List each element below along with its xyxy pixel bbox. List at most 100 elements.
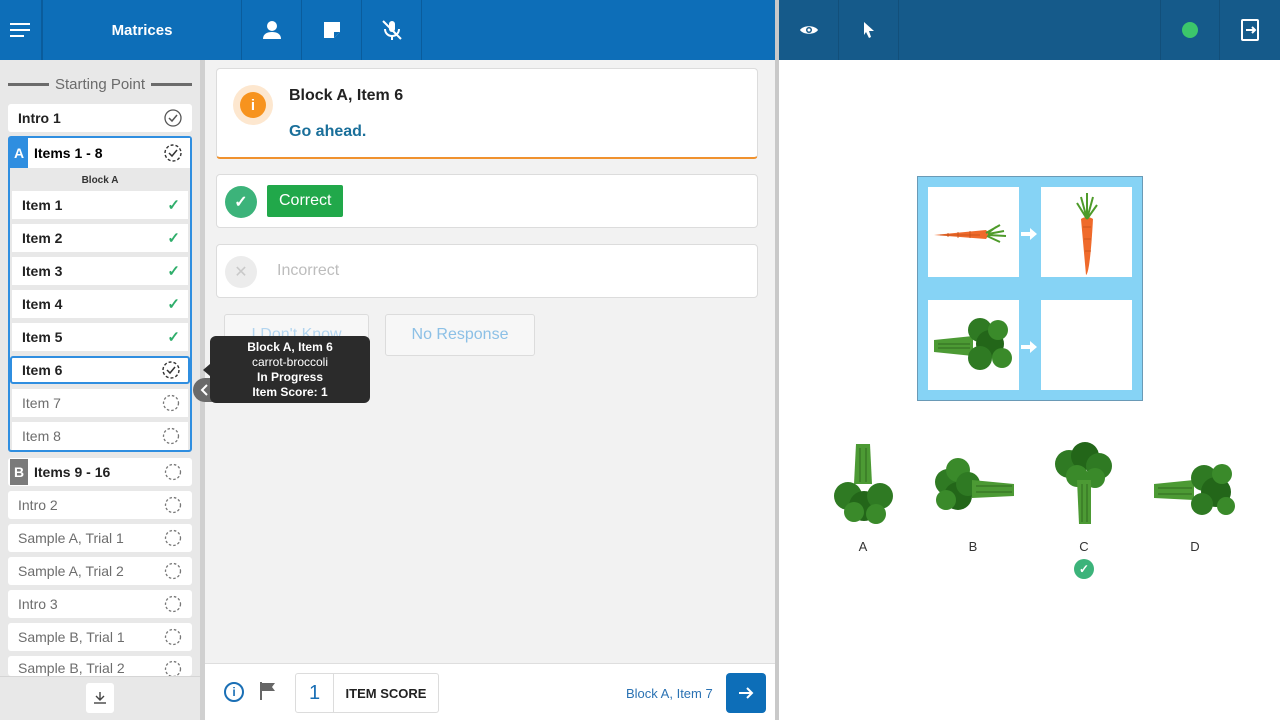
- info-badge: i: [233, 85, 273, 125]
- no-response-button[interactable]: No Response: [385, 314, 535, 356]
- divider-line: [8, 83, 49, 86]
- next-item-label: Block A, Item 7: [626, 686, 713, 701]
- item-tooltip: Block A, Item 6 carrot-broccoli In Progr…: [210, 336, 370, 403]
- tooltip-title: Block A, Item 6: [247, 340, 333, 354]
- flag-button[interactable]: [259, 681, 277, 706]
- sidebar-item-sample-a-trial-2[interactable]: Sample A, Trial 2: [8, 557, 192, 585]
- pending-icon: [164, 562, 182, 580]
- item-sidebar: Starting Point Intro 1 A Items 1 - 8 Blo…: [0, 60, 200, 720]
- check-icon: ✓: [167, 296, 180, 313]
- in-progress-icon: [164, 144, 182, 162]
- pane-divider[interactable]: [775, 0, 779, 720]
- choice-label-b: B: [968, 539, 978, 554]
- mic-off-button[interactable]: [362, 0, 422, 60]
- incorrect-response-option[interactable]: ✕ Incorrect: [216, 244, 758, 298]
- flag-icon: [260, 682, 275, 700]
- sidebar-item-label: Intro 1: [18, 110, 61, 126]
- download-button[interactable]: [86, 683, 114, 713]
- sidebar-item-intro-3[interactable]: Intro 3: [8, 590, 192, 618]
- broccoli-icon: [934, 318, 1012, 370]
- sidebar-item-item-6[interactable]: Item 6: [10, 356, 190, 384]
- info-icon: i: [240, 92, 266, 118]
- matrix-cell-carrot-horizontal: [928, 187, 1019, 277]
- sidebar-item-sample-b-trial-2[interactable]: Sample B, Trial 2: [8, 656, 192, 676]
- sidebar-item-label: Item 3: [22, 263, 63, 279]
- info-button[interactable]: i: [224, 682, 244, 702]
- sidebar-item-sample-b-trial-1[interactable]: Sample B, Trial 1: [8, 623, 192, 651]
- stimulus-toolbar: [779, 0, 1280, 60]
- correct-button[interactable]: Correct: [267, 185, 344, 217]
- sidebar-item-item-7[interactable]: Item 7: [12, 389, 188, 417]
- check-icon: ✓: [167, 230, 180, 247]
- arrow-right-icon: [739, 687, 754, 699]
- matrix-cell-empty: [1041, 300, 1132, 390]
- exit-button[interactable]: [1220, 0, 1280, 60]
- sidebar-item-item-1[interactable]: Item 1 ✓: [12, 191, 188, 219]
- matrix-cell-carrot-vertical: [1041, 187, 1132, 277]
- tooltip-score: Item Score: 1: [252, 385, 328, 399]
- sidebar-item-label: Sample A, Trial 2: [18, 563, 124, 579]
- status-dot: [1182, 22, 1198, 38]
- pending-icon: [164, 628, 182, 646]
- download-icon: [94, 692, 106, 704]
- pending-icon: [162, 427, 180, 445]
- sidebar-item-label: Item 6: [22, 362, 63, 378]
- pending-icon: [164, 496, 182, 514]
- note-icon: [323, 22, 340, 38]
- broccoli-icon: [935, 458, 1014, 510]
- choice-b[interactable]: [928, 440, 1018, 530]
- block-a-title: A Items 1 - 8: [10, 138, 102, 168]
- choice-d[interactable]: [1150, 440, 1240, 530]
- broccoli-icon: [834, 444, 893, 524]
- next-button[interactable]: [726, 673, 766, 713]
- pending-icon: [164, 660, 182, 676]
- carrot-icon: [934, 224, 1007, 243]
- pending-icon: [162, 394, 180, 412]
- broccoli-icon: [1154, 464, 1235, 515]
- sidebar-item-item-4[interactable]: Item 4 ✓: [12, 290, 188, 318]
- carrot-icon: [1076, 193, 1098, 275]
- pointer-icon: [863, 22, 874, 38]
- choice-a[interactable]: [818, 440, 908, 530]
- incorrect-label: Incorrect: [277, 262, 340, 279]
- check-icon: ✓: [167, 329, 180, 346]
- sidebar-item-item-5[interactable]: Item 5 ✓: [12, 323, 188, 351]
- block-b-header[interactable]: B Items 9 - 16: [8, 458, 192, 486]
- item-title: Block A, Item 6: [289, 87, 404, 104]
- sidebar-item-item-8[interactable]: Item 8: [12, 422, 188, 450]
- note-button[interactable]: [302, 0, 362, 60]
- sidebar-item-label: Item 7: [22, 395, 61, 411]
- choice-label-a: A: [858, 539, 868, 554]
- sidebar-item-item-3[interactable]: Item 3 ✓: [12, 257, 188, 285]
- choice-c[interactable]: [1039, 440, 1129, 530]
- in-progress-icon: [162, 361, 180, 379]
- sidebar-item-intro-2[interactable]: Intro 2: [8, 491, 192, 519]
- tooltip-item-name: carrot-broccoli: [251, 355, 329, 369]
- sidebar-item-label: Item 8: [22, 428, 61, 444]
- pointer-button[interactable]: [839, 0, 899, 60]
- block-a-label: Items 1 - 8: [34, 145, 103, 161]
- footer-bar: i 1 ITEM SCORE Block A, Item 7: [205, 663, 775, 720]
- status-indicator: [1160, 0, 1220, 60]
- instruction-card: i Block A, Item 6 Go ahead.: [216, 68, 758, 159]
- tooltip-status: In Progress: [256, 370, 324, 384]
- menu-button[interactable]: [0, 0, 42, 60]
- person-button[interactable]: [242, 0, 302, 60]
- block-b-label: Items 9 - 16: [34, 464, 111, 480]
- broccoli-icon: [1055, 442, 1112, 524]
- eye-button[interactable]: [779, 0, 839, 60]
- x-circle-icon: ✕: [225, 256, 257, 288]
- choice-label-c: C: [1079, 539, 1089, 554]
- sidebar-item-label: Sample A, Trial 1: [18, 530, 124, 546]
- sidebar-item-sample-a-trial-1[interactable]: Sample A, Trial 1: [8, 524, 192, 552]
- done-circle-icon: [164, 109, 182, 127]
- pending-icon: [164, 595, 182, 613]
- block-a-header[interactable]: A Items 1 - 8: [10, 138, 190, 168]
- block-b-title: B Items 9 - 16: [10, 459, 110, 485]
- sidebar-item-label: Intro 3: [18, 596, 58, 612]
- sidebar-item-item-2[interactable]: Item 2 ✓: [12, 224, 188, 252]
- sidebar-item-intro-1[interactable]: Intro 1: [8, 104, 192, 132]
- sidebar-item-label: Item 4: [22, 296, 63, 312]
- check-circle-icon: ✓: [225, 186, 257, 218]
- correct-response-option[interactable]: ✓ Correct: [216, 174, 758, 228]
